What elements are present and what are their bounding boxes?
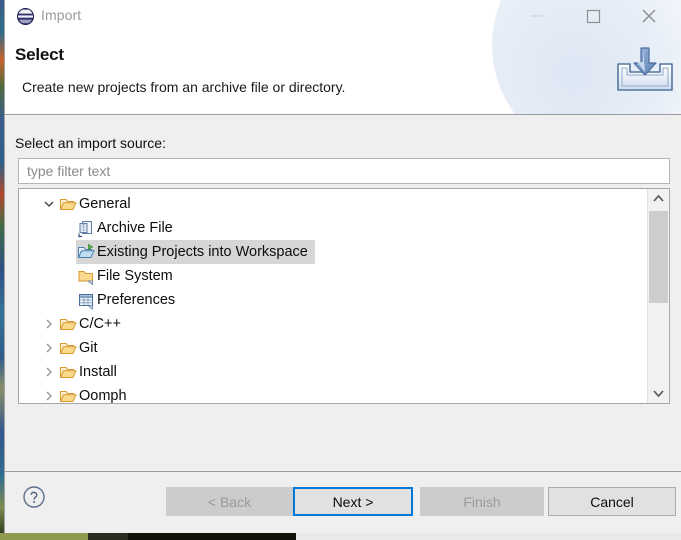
tree-row[interactable]: Existing Projects into Workspace <box>19 240 647 264</box>
tree-item-label: Archive File <box>97 220 173 236</box>
folder-open-icon <box>59 192 77 216</box>
tree-item-label: Git <box>79 340 98 356</box>
chevron-right-icon[interactable] <box>41 360 57 384</box>
folder-icon <box>77 264 95 288</box>
folder-open-icon <box>59 384 77 408</box>
eclipse-icon <box>17 8 34 25</box>
import-source-tree[interactable]: General Archive File Existing Projects i… <box>18 188 670 404</box>
tree-row[interactable]: Oomph <box>19 384 647 408</box>
projects-import-icon <box>77 240 95 264</box>
preferences-table-icon <box>77 288 95 312</box>
scrollbar-thumb[interactable] <box>649 211 668 303</box>
filter-input[interactable]: type filter text <box>18 158 670 184</box>
tree-item-label: C/C++ <box>79 316 121 332</box>
help-question-icon[interactable] <box>22 485 46 509</box>
tree-row[interactable]: Git <box>19 336 647 360</box>
dialog-footer: < Back Next > Finish Cancel <box>5 471 681 533</box>
dialog-header: Import Select Create new projects from a… <box>5 0 681 115</box>
tree-row[interactable]: Install <box>19 360 647 384</box>
chevron-right-icon[interactable] <box>41 336 57 360</box>
finish-button[interactable]: Finish <box>420 487 544 516</box>
tree-item-label: Preferences <box>97 292 176 308</box>
page-description: Create new projects from an archive file… <box>22 79 346 95</box>
folder-open-icon <box>59 336 77 360</box>
title-bar[interactable]: Import <box>5 0 681 33</box>
scroll-down-icon[interactable] <box>648 383 669 403</box>
chevron-right-icon[interactable] <box>41 312 57 336</box>
close-button[interactable] <box>626 0 672 31</box>
import-tray-icon <box>610 42 680 97</box>
next-button[interactable]: Next > <box>293 487 413 516</box>
minimize-button[interactable] <box>514 0 560 31</box>
maximize-button[interactable] <box>570 0 616 31</box>
tree-row[interactable]: Archive File <box>19 216 647 240</box>
scroll-up-icon[interactable] <box>648 189 669 209</box>
chevron-right-icon[interactable] <box>41 384 57 408</box>
tree-row[interactable]: C/C++ <box>19 312 647 336</box>
back-button[interactable]: < Back <box>166 487 293 516</box>
tree-item-label: Install <box>79 364 117 380</box>
import-source-label: Select an import source: <box>15 135 166 151</box>
tree-row-list: General Archive File Existing Projects i… <box>19 192 647 408</box>
chevron-down-icon[interactable] <box>41 192 57 216</box>
tree-item-label: Oomph <box>79 388 127 404</box>
folder-open-icon <box>59 312 77 336</box>
import-dialog: Import Select Create new projects from a… <box>4 0 681 533</box>
dialog-body: Select an import source: type filter tex… <box>5 115 681 471</box>
desktop-taskbar-strip <box>0 533 681 540</box>
tree-scrollbar[interactable] <box>647 189 669 403</box>
cancel-button[interactable]: Cancel <box>548 487 676 516</box>
tree-row[interactable]: General <box>19 192 647 216</box>
window-title: Import <box>41 7 82 23</box>
tree-item-label: File System <box>97 268 173 284</box>
archive-file-icon <box>77 216 95 240</box>
tree-row[interactable]: File System <box>19 264 647 288</box>
folder-open-icon <box>59 360 77 384</box>
page-title: Select <box>15 45 64 64</box>
tree-item-label: Existing Projects into Workspace <box>97 244 308 260</box>
tree-item-label: General <box>79 196 131 212</box>
tree-row[interactable]: Preferences <box>19 288 647 312</box>
filter-input-placeholder: type filter text <box>27 163 111 179</box>
